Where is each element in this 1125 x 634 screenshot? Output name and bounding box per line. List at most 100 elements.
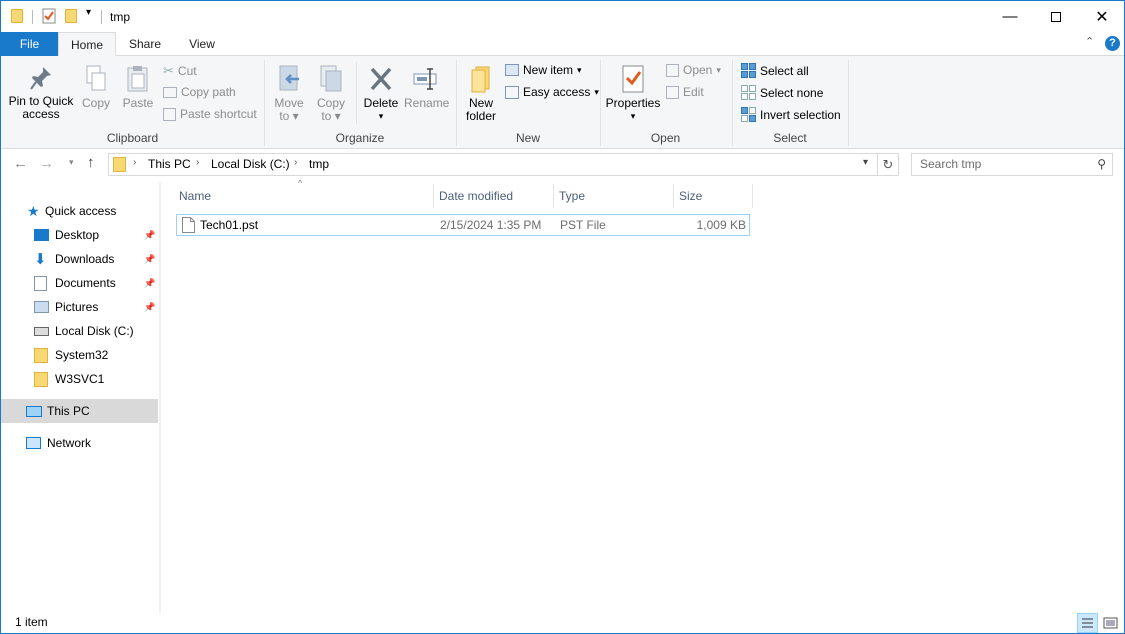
pin-to-quick-access-button[interactable]: Pin to Quick access <box>6 64 76 121</box>
help-icon[interactable]: ? <box>1105 36 1120 51</box>
nav-label: Desktop <box>55 228 100 242</box>
tab-file[interactable]: File <box>1 32 58 56</box>
pin-icon[interactable]: 📌 <box>144 278 155 289</box>
nav-item-desktop[interactable]: Desktop 📌 <box>34 223 159 247</box>
chevron-right-icon[interactable]: › <box>196 157 199 168</box>
pane-divider[interactable] <box>159 183 161 613</box>
invert-selection-button[interactable]: Invert selection <box>741 107 841 122</box>
copy-to-button[interactable]: Copy to ▾ <box>313 64 349 123</box>
network-icon <box>26 437 41 449</box>
pin-icon[interactable]: 📌 <box>144 254 155 265</box>
open-label: Open <box>683 63 713 77</box>
copy-path-button[interactable]: Copy path <box>163 85 236 99</box>
column-header-name[interactable]: Name <box>174 184 433 208</box>
copy-button[interactable]: Copy <box>79 64 113 110</box>
paste-shortcut-button[interactable]: Paste shortcut <box>163 107 257 121</box>
file-name[interactable]: Tech01.pst <box>200 218 258 232</box>
nav-label: This PC <box>47 404 90 418</box>
move-to-label-3: to <box>279 109 290 123</box>
close-button[interactable]: ✕ <box>1079 1 1124 32</box>
invert-selection-label: Invert selection <box>760 107 841 122</box>
move-to-button[interactable]: Move to ▾ <box>271 64 307 123</box>
column-header-size[interactable]: Size <box>674 184 752 208</box>
dropdown-arrow-icon: ▾ <box>594 86 599 97</box>
chevron-right-icon[interactable]: › <box>133 157 136 168</box>
search-icon[interactable]: ⚲ <box>1097 154 1106 175</box>
nav-item-this-pc[interactable]: This PC <box>1 399 158 423</box>
new-item-button[interactable]: New item ▾ <box>505 63 582 77</box>
new-folder-qat-button[interactable] <box>65 9 77 23</box>
scissors-icon: ✂ <box>163 63 174 78</box>
paste-button[interactable]: Paste <box>119 64 157 110</box>
nav-item-system32[interactable]: System32 <box>34 343 108 367</box>
breadcrumb-tmp[interactable]: tmp <box>309 157 329 171</box>
nav-item-pictures[interactable]: Pictures 📌 <box>34 295 159 319</box>
column-header-type[interactable]: Type <box>554 184 673 208</box>
details-view-button[interactable] <box>1077 613 1098 633</box>
easy-access-button[interactable]: Easy access ▾ <box>505 85 599 99</box>
properties-button[interactable]: Properties ▾ <box>605 64 661 123</box>
folder-icon <box>11 9 23 23</box>
nav-label: Downloads <box>55 252 115 266</box>
recent-locations-icon[interactable]: ▾ <box>69 157 74 168</box>
nav-item-quick-access[interactable]: ★ Quick access <box>27 199 116 223</box>
tab-view[interactable]: View <box>179 32 225 56</box>
paste-shortcut-label: Paste shortcut <box>180 107 257 121</box>
properties-qat-button[interactable] <box>42 8 57 24</box>
refresh-icon: ↻ <box>882 157 894 172</box>
paste-shortcut-icon <box>163 107 176 121</box>
nav-item-downloads[interactable]: ⬇ Downloads 📌 <box>34 247 159 271</box>
group-label-select: Select <box>773 131 807 145</box>
nav-item-documents[interactable]: Documents 📌 <box>34 271 159 295</box>
open-button[interactable]: Open ▾ <box>666 63 721 77</box>
qat-dropdown-icon[interactable]: ▾ <box>86 7 91 18</box>
download-icon: ⬇ <box>34 251 47 268</box>
forward-icon[interactable]: → <box>39 155 54 172</box>
collapse-ribbon-icon[interactable]: ⌃ <box>1085 35 1094 48</box>
address-bar[interactable]: › This PC › Local Disk (C:) › tmp ▾ <box>108 153 878 176</box>
ribbon-tab-strip: File Home Share View ⌃ ? <box>1 32 1124 56</box>
refresh-button[interactable]: ↻ <box>878 153 899 176</box>
delete-button[interactable]: Delete ▾ <box>362 64 400 123</box>
nav-item-w3svc1[interactable]: W3SVC1 <box>34 367 104 391</box>
select-none-button[interactable]: Select none <box>741 85 823 100</box>
breadcrumb-local-disk[interactable]: Local Disk (C:) <box>211 157 290 171</box>
large-icons-view-button[interactable] <box>1100 613 1121 633</box>
pin-icon[interactable]: 📌 <box>144 230 155 241</box>
chevron-right-icon[interactable]: › <box>294 157 297 168</box>
search-box[interactable]: Search tmp ⚲ <box>911 153 1113 176</box>
column-header-date[interactable]: Date modified <box>434 184 553 208</box>
new-item-label: New item <box>523 63 574 77</box>
tab-share[interactable]: Share <box>121 32 169 56</box>
column-divider[interactable] <box>752 184 753 208</box>
select-all-icon <box>741 63 756 78</box>
group-label-clipboard: Clipboard <box>106 131 159 145</box>
minimize-button[interactable]: — <box>987 1 1033 32</box>
breadcrumb-this-pc[interactable]: This PC <box>148 157 191 171</box>
folder-icon <box>113 157 126 172</box>
cut-label: Cut <box>177 64 197 78</box>
folder-icon <box>34 371 48 387</box>
tab-home[interactable]: Home <box>58 32 116 56</box>
folder-icon <box>34 347 48 363</box>
file-row[interactable]: Tech01.pst 2/15/2024 1:35 PM PST File 1,… <box>176 214 750 236</box>
desktop-icon <box>34 229 49 241</box>
nav-item-network[interactable]: Network <box>26 431 91 455</box>
rename-button[interactable]: Rename <box>404 64 450 110</box>
select-all-button[interactable]: Select all <box>741 63 809 78</box>
move-to-icon <box>279 65 299 91</box>
up-icon[interactable]: ↑ <box>87 154 95 171</box>
star-icon: ★ <box>27 202 40 219</box>
pin-icon[interactable]: 📌 <box>144 302 155 313</box>
maximize-button[interactable] <box>1033 1 1079 32</box>
cut-button[interactable]: ✂ Cut <box>163 63 197 79</box>
nav-item-local-disk[interactable]: Local Disk (C:) <box>34 319 134 343</box>
group-divider <box>848 60 849 146</box>
new-folder-button[interactable]: New folder <box>461 64 501 123</box>
navigation-pane: ★ Quick access Desktop 📌 ⬇ Downloads 📌 D… <box>1 183 159 613</box>
rename-label: Rename <box>404 96 450 110</box>
computer-icon <box>26 405 42 417</box>
edit-button[interactable]: Edit <box>666 85 704 99</box>
address-dropdown-icon[interactable]: ▾ <box>863 157 868 168</box>
back-icon[interactable]: ← <box>13 155 28 172</box>
